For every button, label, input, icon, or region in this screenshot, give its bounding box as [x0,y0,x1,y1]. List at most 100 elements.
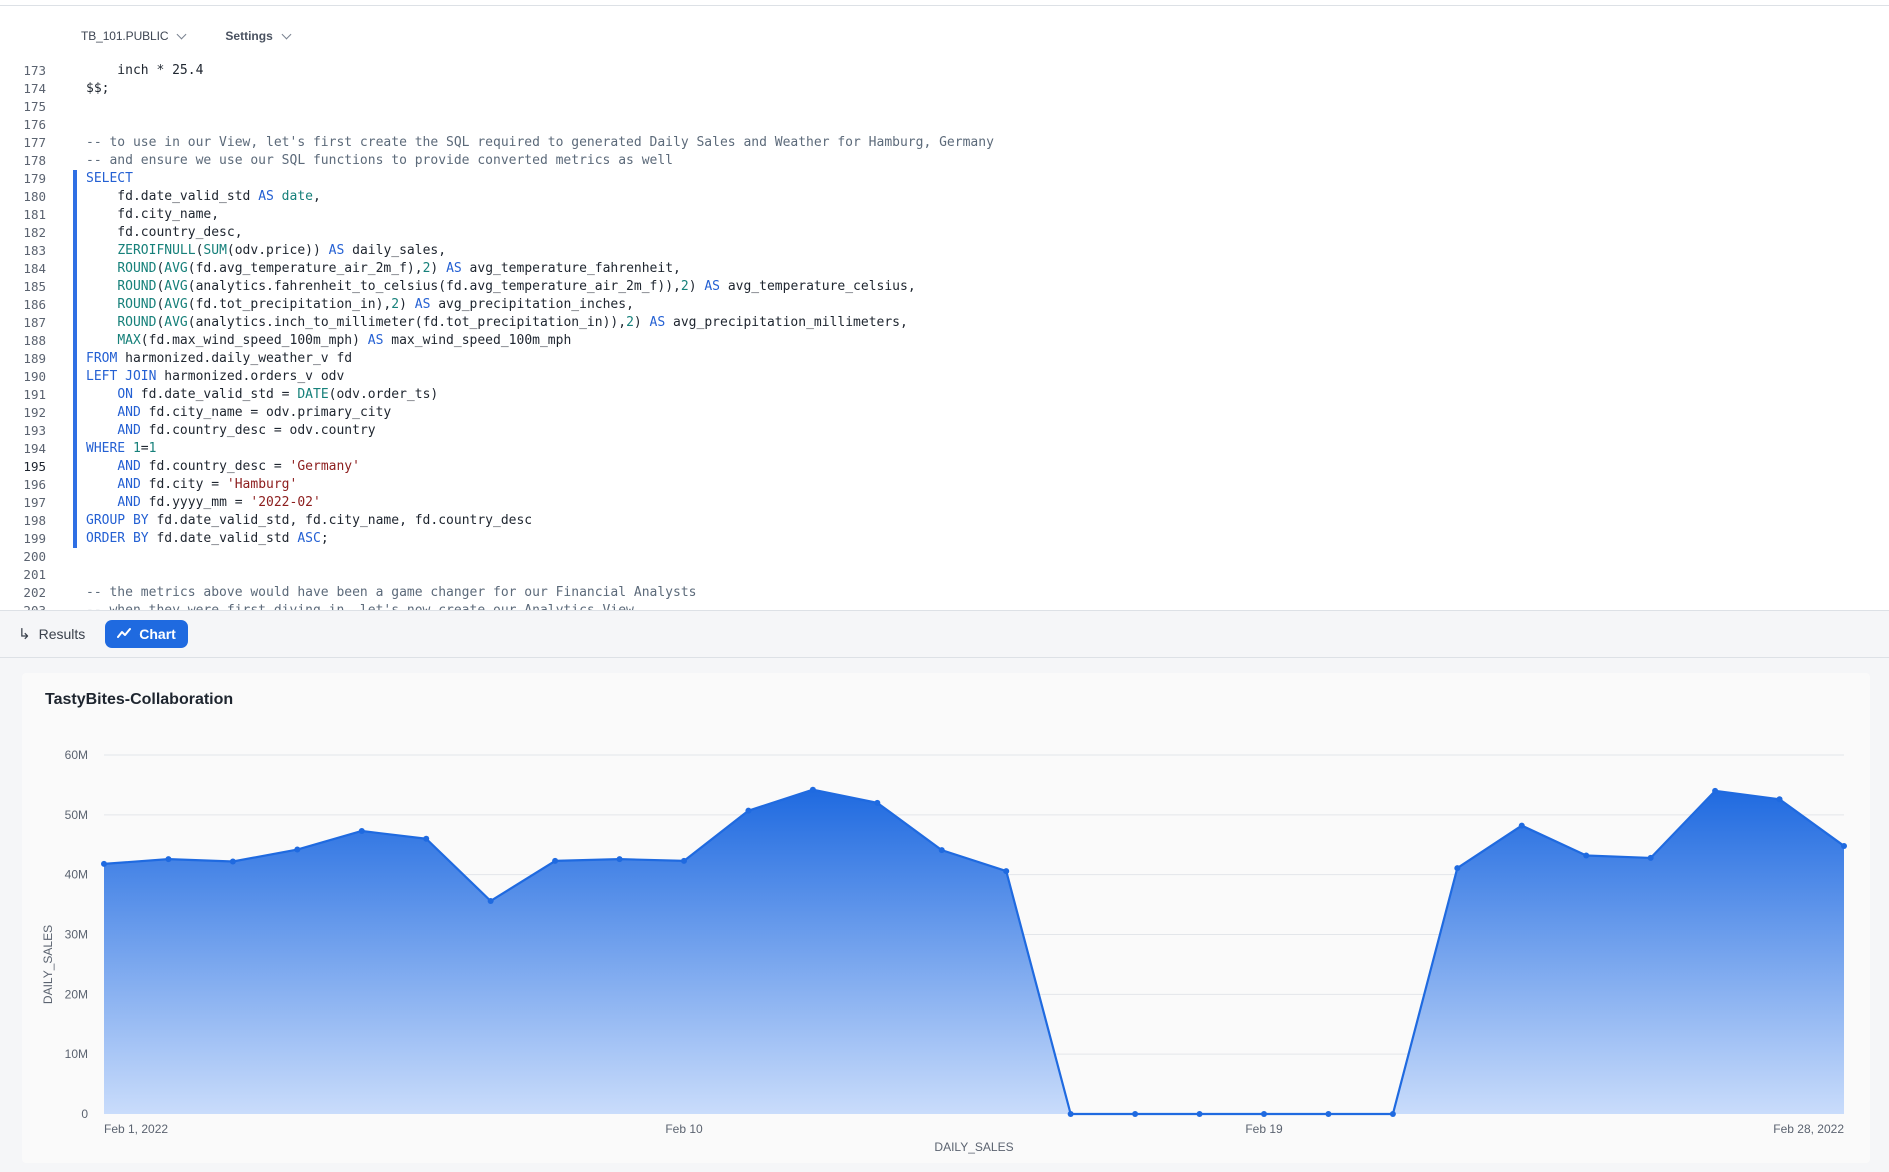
code-text: fd.city_name, [86,206,219,224]
code-token: ROUND [117,279,157,294]
code-line[interactable]: 201 [0,566,1889,584]
code-line[interactable]: 191 ON fd.date_valid_std = DATE(odv.orde… [0,386,1889,404]
code-line[interactable]: 177 -- to use in our View, let's first cr… [0,134,1889,152]
tab-chart[interactable]: Chart [105,620,188,648]
code-text: -- when they were first diving in, let's… [86,602,634,610]
sql-editor[interactable]: 173 inch * 25.4 174 $$; 175 176 177 -- to use … [0,62,1889,610]
line-number: 189 [23,351,46,366]
code-line[interactable]: 194 WHERE 1=1 [0,440,1889,458]
code-line[interactable]: 202 -- the metrics above would have been … [0,584,1889,602]
line-number: 179 [23,171,46,186]
code-line[interactable]: 175 [0,98,1889,116]
code-line[interactable]: 184 ROUND(AVG(fd.avg_temperature_air_2m_… [0,260,1889,278]
selection-marker [73,206,77,224]
code-line[interactable]: 196 AND fd.city = 'Hamburg' [0,476,1889,494]
code-text: ROUND(AVG(analytics.fahrenheit_to_celsiu… [86,278,915,296]
selection-marker [73,494,77,512]
selection-marker [73,224,77,242]
y-tick-label: 60M [65,748,88,762]
data-point[interactable] [423,835,430,842]
code-line[interactable]: 174 $$; [0,80,1889,98]
data-point[interactable] [616,856,623,863]
code-line[interactable]: 193 AND fd.country_desc = odv.country [0,422,1889,440]
data-point[interactable] [1647,854,1654,861]
code-token: fd.date_valid_std [86,189,259,204]
data-point[interactable] [165,856,172,863]
settings-dropdown[interactable]: Settings [225,29,292,43]
line-number: 181 [23,207,46,222]
data-point[interactable] [745,807,752,814]
line-number: 197 [23,495,46,510]
code-line[interactable]: 192 AND fd.city_name = odv.primary_city [0,404,1889,422]
chevron-down-icon [176,29,187,39]
data-point[interactable] [1389,1111,1396,1117]
code-line[interactable]: 188 MAX(fd.max_wind_speed_100m_mph) AS m… [0,332,1889,350]
code-token: fd.date_valid_std [148,531,298,546]
data-point[interactable] [1712,787,1719,794]
trend-line-icon [117,626,132,643]
code-line[interactable]: 189 FROM harmonized.daily_weather_v fd [0,350,1889,368]
code-line[interactable]: 195 AND fd.country_desc = 'Germany' [0,458,1889,476]
data-point[interactable] [938,847,945,854]
code-text: inch * 25.4 [86,62,203,80]
code-line[interactable]: 181 fd.city_name, [0,206,1889,224]
code-token: max_wind_speed_100m_mph [383,333,572,348]
code-line[interactable]: 173 inch * 25.4 [0,62,1889,80]
data-point[interactable] [1261,1111,1267,1117]
code-token: WHERE [86,441,126,456]
data-point[interactable] [1583,852,1590,859]
x-tick-label: Feb 10 [665,1122,703,1136]
data-point[interactable] [1776,796,1783,803]
line-number: 180 [23,189,46,204]
code-line[interactable]: 197 AND fd.yyyy_mm = '2022-02' [0,494,1889,512]
data-point[interactable] [294,846,301,853]
code-line[interactable]: 176 [0,116,1889,134]
code-line[interactable]: 179 SELECT [0,170,1889,188]
data-point[interactable] [1325,1111,1332,1117]
database-schema-selector[interactable]: TB_101.PUBLIC [81,29,187,43]
data-point[interactable] [101,860,107,867]
line-number: 185 [23,279,46,294]
code-token: -- when they were first diving in, let's… [86,603,634,610]
data-point[interactable] [1067,1111,1074,1117]
y-tick-label: 50M [65,808,88,822]
tab-results[interactable]: ↳ Results [18,620,85,648]
code-line[interactable]: 190 LEFT JOIN harmonized.orders_v odv [0,368,1889,386]
code-token: AS [367,333,384,348]
selection-marker [73,440,77,458]
data-point[interactable] [1132,1111,1139,1117]
data-point[interactable] [809,786,816,793]
code-line[interactable]: 199 ORDER BY fd.date_valid_std ASC; [0,530,1889,548]
code-token: 2 [391,297,400,312]
code-text: AND fd.city = 'Hamburg' [86,476,297,494]
code-line[interactable]: 182 fd.country_desc, [0,224,1889,242]
code-line[interactable]: 186 ROUND(AVG(fd.tot_precipitation_in),2… [0,296,1889,314]
code-token: , [312,189,321,204]
data-point[interactable] [874,799,881,806]
code-line[interactable]: 198 GROUP BY fd.date_valid_std, fd.city_n… [0,512,1889,530]
code-line[interactable]: 187 ROUND(AVG(analytics.inch_to_millimet… [0,314,1889,332]
data-point[interactable] [358,827,365,834]
code-line[interactable]: 178 -- and ensure we use our SQL function… [0,152,1889,170]
code-token: DATE [297,387,329,402]
y-tick-label: 0 [81,1107,88,1121]
data-point[interactable] [1518,822,1525,829]
data-point[interactable] [552,857,559,864]
data-point[interactable] [229,858,236,865]
code-line[interactable]: 185 ROUND(AVG(analytics.fahrenheit_to_ce… [0,278,1889,296]
code-line[interactable]: 183 ZEROIFNULL(SUM(odv.price)) AS daily_… [0,242,1889,260]
code-text: AND fd.city_name = odv.primary_city [86,404,391,422]
data-point[interactable] [1454,865,1461,872]
code-line[interactable]: 203 -- when they were first diving in, le… [0,602,1889,610]
data-point[interactable] [1196,1111,1203,1117]
data-point[interactable] [1841,842,1847,849]
code-line[interactable]: 180 fd.date_valid_std AS date, [0,188,1889,206]
code-line[interactable]: 200 [0,548,1889,566]
data-point[interactable] [1003,868,1010,875]
code-token: ; [320,531,329,546]
data-point[interactable] [681,857,687,864]
data-point[interactable] [487,897,494,904]
area-chart[interactable]: 0 10M 20M 30M 40M 50M 60M Feb 1, 2022 Feb 10 Feb … [22,673,1870,1163]
